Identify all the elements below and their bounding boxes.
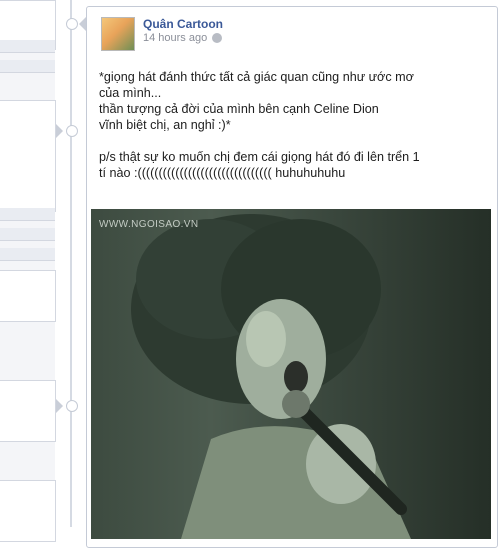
- left-card: [0, 480, 56, 542]
- post-photo[interactable]: WWW.NGOISAO.VN: [91, 209, 491, 539]
- face-shape: [236, 299, 326, 419]
- timeline-arrow: [56, 124, 63, 138]
- left-card: [0, 270, 56, 322]
- avatar[interactable]: [101, 17, 135, 51]
- left-card-footer: [0, 208, 55, 221]
- left-column: [0, 0, 56, 542]
- post-line: vĩnh biệt chị, an nghỉ :)*: [99, 118, 231, 132]
- left-card: [0, 380, 56, 442]
- timeline-dot: [66, 400, 78, 412]
- timeline-arrow: [56, 399, 63, 413]
- left-card-footer: [0, 228, 55, 241]
- photo-watermark: WWW.NGOISAO.VN: [99, 219, 199, 230]
- post-time[interactable]: 14 hours ago: [143, 32, 207, 44]
- face-highlight: [246, 311, 286, 367]
- post-line: p/s thật sự ko muốn chị đem cái giọng há…: [99, 150, 420, 164]
- singer-illustration: [131, 214, 411, 539]
- left-card-footer: [0, 248, 55, 261]
- timeline-spine: [70, 0, 72, 527]
- post-author[interactable]: Quân Cartoon: [143, 17, 223, 31]
- mouth-shape: [284, 361, 308, 393]
- timeline-arrow: [79, 17, 86, 31]
- left-card-footer: [0, 40, 55, 53]
- post-line: thần tượng cả đời của mình bên cạnh Celi…: [99, 102, 379, 116]
- globe-icon[interactable]: [212, 33, 223, 43]
- timeline-dot: [66, 125, 78, 137]
- microphone-head: [282, 390, 310, 418]
- timeline-dot: [66, 18, 78, 30]
- post-text: *giọng hát đánh thức tất cả giác quan cũ…: [99, 69, 489, 181]
- post-line: của mình...: [99, 86, 162, 100]
- post-line: *giọng hát đánh thức tất cả giác quan cũ…: [99, 70, 414, 84]
- hand-shape: [306, 424, 376, 504]
- left-card-footer: [0, 60, 55, 73]
- post-meta: 14 hours ago: [143, 32, 223, 44]
- timeline-post: Quân Cartoon 14 hours ago *giọng hát đán…: [86, 6, 498, 548]
- post-line: tí nào :((((((((((((((((((((((((((((((((…: [99, 166, 346, 180]
- left-card: [0, 100, 56, 212]
